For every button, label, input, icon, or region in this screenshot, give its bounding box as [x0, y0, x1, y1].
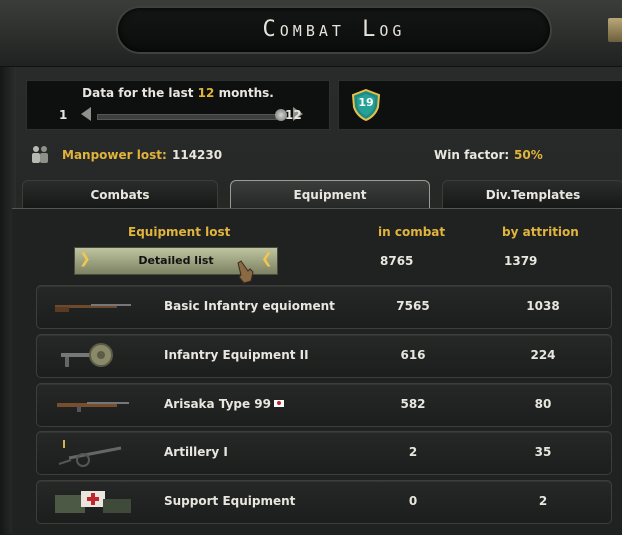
equipment-table: Equipment lost in combat by attrition ❯ … — [12, 208, 622, 535]
win-factor-value: 50% — [514, 148, 543, 162]
row-in-combat: 7565 — [396, 299, 430, 313]
tab-div-templates[interactable]: Div.Templates — [442, 180, 622, 209]
row-name-text: Arisaka Type 99 — [164, 397, 272, 411]
time-range-panel: Data for the last 12 months. 1 12 — [26, 80, 330, 130]
slider-left-arrow-icon[interactable] — [81, 107, 91, 121]
stats-row: Manpower lost: 114230 Win factor: 50% — [26, 142, 622, 168]
badge-value: 19 — [358, 96, 374, 109]
title-bar: Combat Log — [0, 0, 622, 67]
tab-combats[interactable]: Combats — [22, 180, 218, 209]
artillery-icon — [58, 440, 122, 467]
header-in-combat: in combat — [378, 225, 446, 239]
range-suffix: months. — [218, 86, 274, 100]
table-row[interactable]: Infantry Equipment II 616 224 — [36, 334, 612, 378]
chevron-left-icon: ❮ — [261, 251, 273, 267]
row-by-attrition: 1038 — [526, 299, 560, 313]
win-factor-label: Win factor: — [434, 148, 510, 162]
support-equipment-icon — [55, 491, 131, 513]
manpower-lost-label: Manpower lost: — [62, 148, 167, 162]
row-name: Support Equipment — [164, 494, 296, 508]
table-row[interactable]: Basic Infantry equioment 7565 1038 — [36, 285, 612, 329]
table-row[interactable]: Support Equipment 0 2 — [36, 480, 612, 524]
japan-flag-icon — [274, 400, 285, 407]
row-in-combat: 616 — [400, 348, 426, 362]
total-by-attrition: 1379 — [504, 254, 538, 268]
badge-panel: 19 — [338, 80, 622, 130]
range-max-label: 12 — [285, 108, 302, 122]
row-name: Artillery I — [164, 445, 228, 459]
rifle-icon — [55, 304, 131, 312]
row-by-attrition: 35 — [534, 445, 552, 459]
row-in-combat: 582 — [400, 397, 426, 411]
time-range-label: Data for the last 12 months. — [27, 86, 329, 100]
total-in-combat: 8765 — [380, 254, 414, 268]
range-prefix: Data for the last — [82, 86, 194, 100]
row-name: Arisaka Type 99 — [164, 397, 285, 411]
rifle-icon — [57, 402, 129, 412]
table-row[interactable]: Artillery I 2 35 — [36, 431, 612, 475]
hand-cursor-icon — [237, 260, 254, 284]
title-plate: Combat Log — [118, 8, 550, 52]
row-in-combat: 2 — [408, 445, 418, 459]
row-name: Infantry Equipment II — [164, 348, 309, 362]
close-button[interactable] — [608, 18, 622, 42]
row-by-attrition: 2 — [538, 494, 548, 508]
range-months: 12 — [197, 86, 215, 100]
row-by-attrition: 80 — [534, 397, 552, 411]
manpower-lost-value: 114230 — [172, 148, 223, 162]
table-row[interactable]: Arisaka Type 99 582 80 — [36, 383, 612, 427]
window-title: Combat Log — [262, 17, 406, 42]
header-equipment-lost: Equipment lost — [128, 225, 231, 239]
row-by-attrition: 224 — [530, 348, 556, 362]
machine-gun-icon — [61, 343, 113, 367]
range-min-label: 1 — [59, 108, 68, 122]
row-name: Basic Infantry equioment — [164, 299, 335, 313]
manpower-icon — [32, 146, 48, 163]
months-slider-track[interactable] — [97, 114, 277, 120]
row-in-combat: 0 — [408, 494, 418, 508]
header-by-attrition: by attrition — [502, 225, 579, 239]
tab-equipment[interactable]: Equipment — [230, 180, 430, 209]
